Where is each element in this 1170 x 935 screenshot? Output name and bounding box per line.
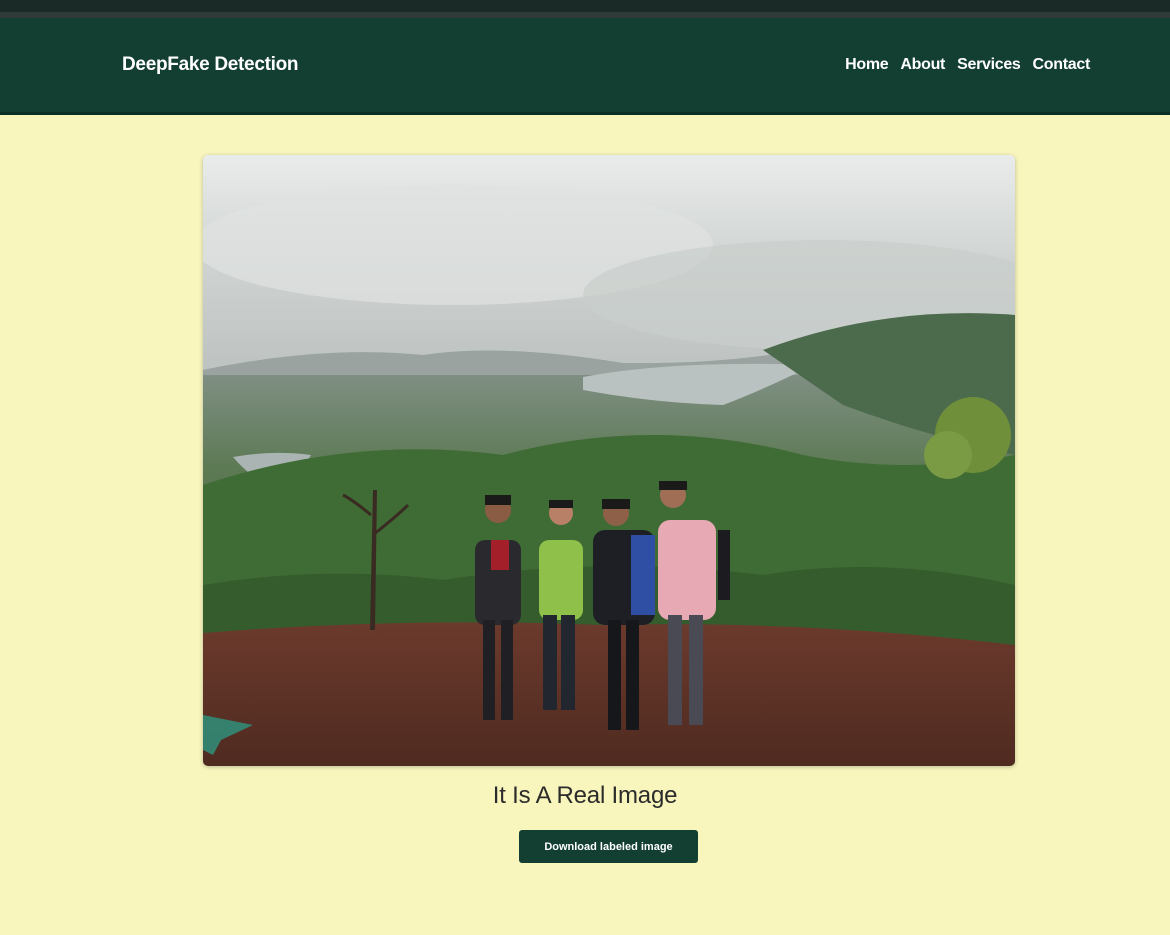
nav-link-about[interactable]: About — [900, 56, 945, 74]
browser-top-strip — [0, 0, 1170, 12]
brand-logo-text[interactable]: DeepFake Detection — [122, 54, 299, 76]
nav-link-services[interactable]: Services — [957, 56, 1021, 74]
detection-result-text: It Is A Real Image — [492, 782, 678, 809]
analyzed-photo — [203, 155, 1015, 766]
nav-links: Home About Services Contact — [845, 56, 1090, 74]
nav-link-contact[interactable]: Contact — [1033, 56, 1091, 74]
navbar: DeepFake Detection Home About Services C… — [0, 18, 1170, 115]
nav-link-home[interactable]: Home — [845, 56, 889, 74]
download-labeled-image-button[interactable]: Download labeled image — [519, 830, 698, 863]
landscape-group-photo — [203, 155, 1015, 766]
